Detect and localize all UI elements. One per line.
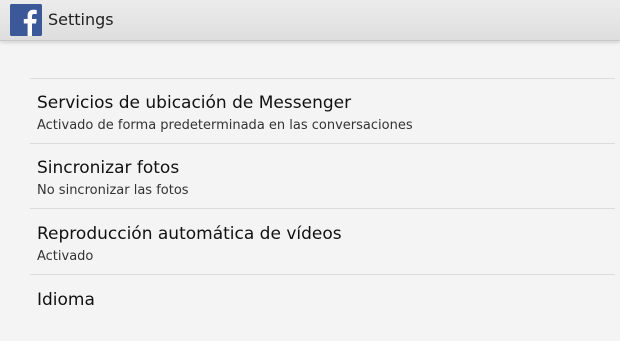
setting-sync-photos[interactable]: Sincronizar fotos No sincronizar las fot… bbox=[30, 144, 615, 209]
setting-summary: Activado de forma predeterminada en las … bbox=[37, 118, 413, 133]
setting-title: Reproducción automática de vídeos bbox=[37, 224, 342, 244]
setting-messenger-location[interactable]: Servicios de ubicación de Messenger Acti… bbox=[30, 79, 615, 144]
setting-language[interactable]: Idioma bbox=[30, 276, 615, 341]
page-title: Settings bbox=[48, 10, 114, 29]
setting-title: Sincronizar fotos bbox=[37, 158, 180, 178]
facebook-logo-icon[interactable] bbox=[10, 4, 42, 36]
action-bar: Settings bbox=[0, 0, 620, 41]
setting-title: Idioma bbox=[37, 290, 95, 310]
setting-video-autoplay[interactable]: Reproducción automática de vídeos Activa… bbox=[30, 210, 615, 275]
setting-summary: Activado bbox=[37, 249, 94, 264]
setting-title: Servicios de ubicación de Messenger bbox=[37, 93, 352, 113]
setting-summary: No sincronizar las fotos bbox=[37, 183, 189, 198]
